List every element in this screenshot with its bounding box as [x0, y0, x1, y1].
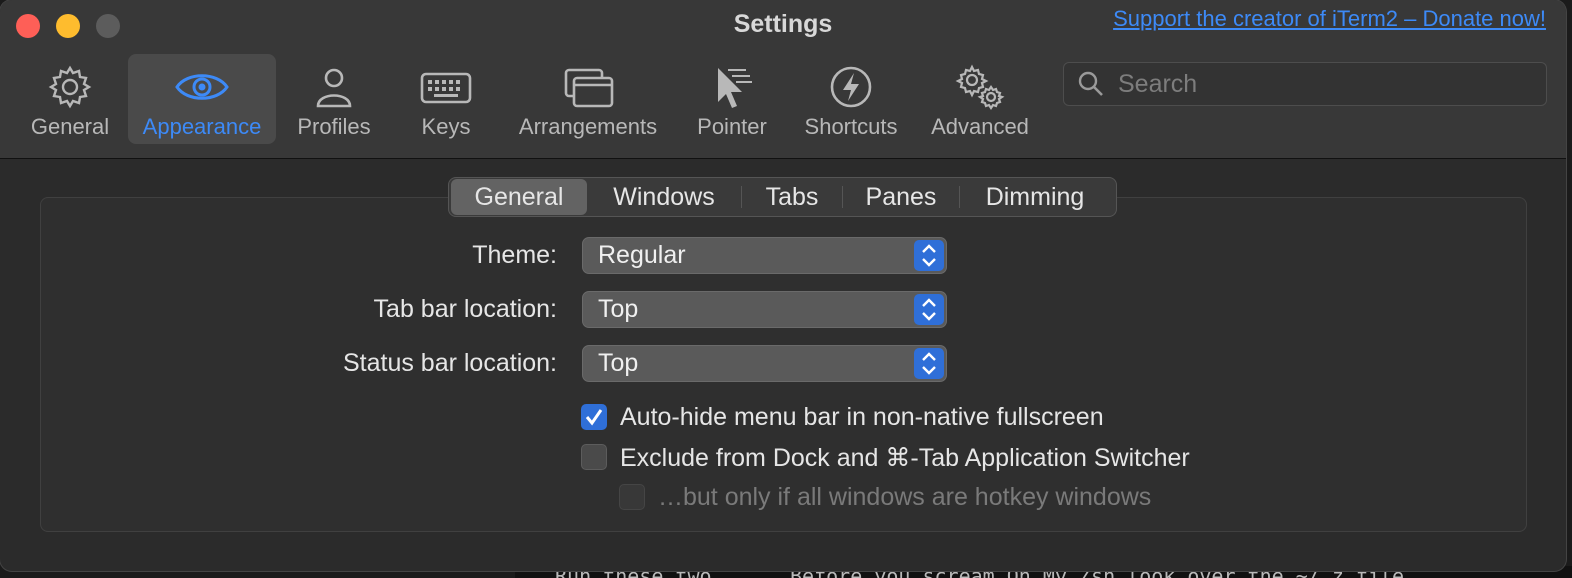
windows-icon	[564, 68, 614, 108]
exclude-dock-label[interactable]: Exclude from Dock and ⌘-Tab Application …	[620, 443, 1190, 473]
tab-windows[interactable]: Windows	[587, 179, 741, 215]
toolbar-profiles[interactable]: Profiles	[288, 54, 380, 144]
person-icon	[316, 68, 352, 108]
segmented-control: General Windows Tabs Panes Dimming	[448, 177, 1117, 217]
toolbar-label: Shortcuts	[804, 114, 898, 139]
tab-general[interactable]: General	[451, 179, 587, 215]
popup-arrows-icon	[914, 240, 944, 271]
theme-popup[interactable]: Regular	[582, 237, 947, 274]
popup-arrows-icon	[914, 348, 944, 379]
hotkey-only-checkbox	[619, 484, 645, 510]
tab-bar-location-popup[interactable]: Top	[582, 291, 947, 328]
keyboard-icon	[420, 72, 472, 104]
toolbar-shortcuts[interactable]: Shortcuts	[796, 54, 906, 144]
popup-arrows-icon	[914, 294, 944, 325]
toolbar-label: Pointer	[697, 114, 767, 139]
gears-icon	[955, 64, 1005, 110]
eye-icon	[175, 74, 229, 100]
status-bar-location-label: Status bar location:	[342, 349, 557, 377]
titlebar: Settings Support the creator of iTerm2 –…	[0, 0, 1566, 159]
theme-value: Regular	[598, 241, 686, 269]
search-field[interactable]	[1063, 62, 1547, 106]
search-input[interactable]	[1116, 68, 1520, 100]
search-icon	[1078, 71, 1103, 96]
tab-dimming[interactable]: Dimming	[960, 179, 1110, 215]
hotkey-only-label: …but only if all windows are hotkey wind…	[658, 483, 1152, 511]
toolbar-label: Keys	[421, 114, 471, 139]
toolbar-label: General	[30, 114, 110, 139]
toolbar-arrangements[interactable]: Arrangements	[510, 54, 666, 144]
pointer-icon	[718, 68, 752, 108]
toolbar-label: Profiles	[297, 114, 371, 139]
gear-icon	[48, 65, 92, 109]
toolbar-keys[interactable]: Keys	[400, 54, 492, 144]
donate-link[interactable]: Support the creator of iTerm2 – Donate n…	[1113, 6, 1546, 32]
toolbar-general[interactable]: General	[22, 54, 118, 144]
bolt-icon	[830, 66, 872, 108]
tab-panes[interactable]: Panes	[843, 179, 959, 215]
exclude-dock-checkbox[interactable]	[581, 444, 607, 470]
tab-bar-location-label: Tab bar location:	[373, 295, 557, 323]
tab-bar-location-value: Top	[598, 295, 639, 323]
auto-hide-checkbox[interactable]	[581, 404, 607, 430]
settings-window: Settings Support the creator of iTerm2 –…	[0, 0, 1566, 571]
toolbar-appearance[interactable]: Appearance	[128, 54, 276, 144]
checkmark-icon	[585, 409, 603, 426]
status-bar-location-value: Top	[598, 349, 639, 377]
auto-hide-label[interactable]: Auto-hide menu bar in non-native fullscr…	[620, 403, 1104, 432]
status-bar-location-popup[interactable]: Top	[582, 345, 947, 382]
toolbar-label: Advanced	[931, 114, 1029, 139]
toolbar-advanced[interactable]: Advanced	[924, 54, 1036, 144]
theme-label: Theme:	[472, 241, 557, 269]
toolbar-pointer[interactable]: Pointer	[686, 54, 778, 144]
toolbar-label: Arrangements	[518, 114, 658, 139]
tab-tabs[interactable]: Tabs	[742, 179, 842, 215]
toolbar-label: Appearance	[142, 114, 262, 139]
